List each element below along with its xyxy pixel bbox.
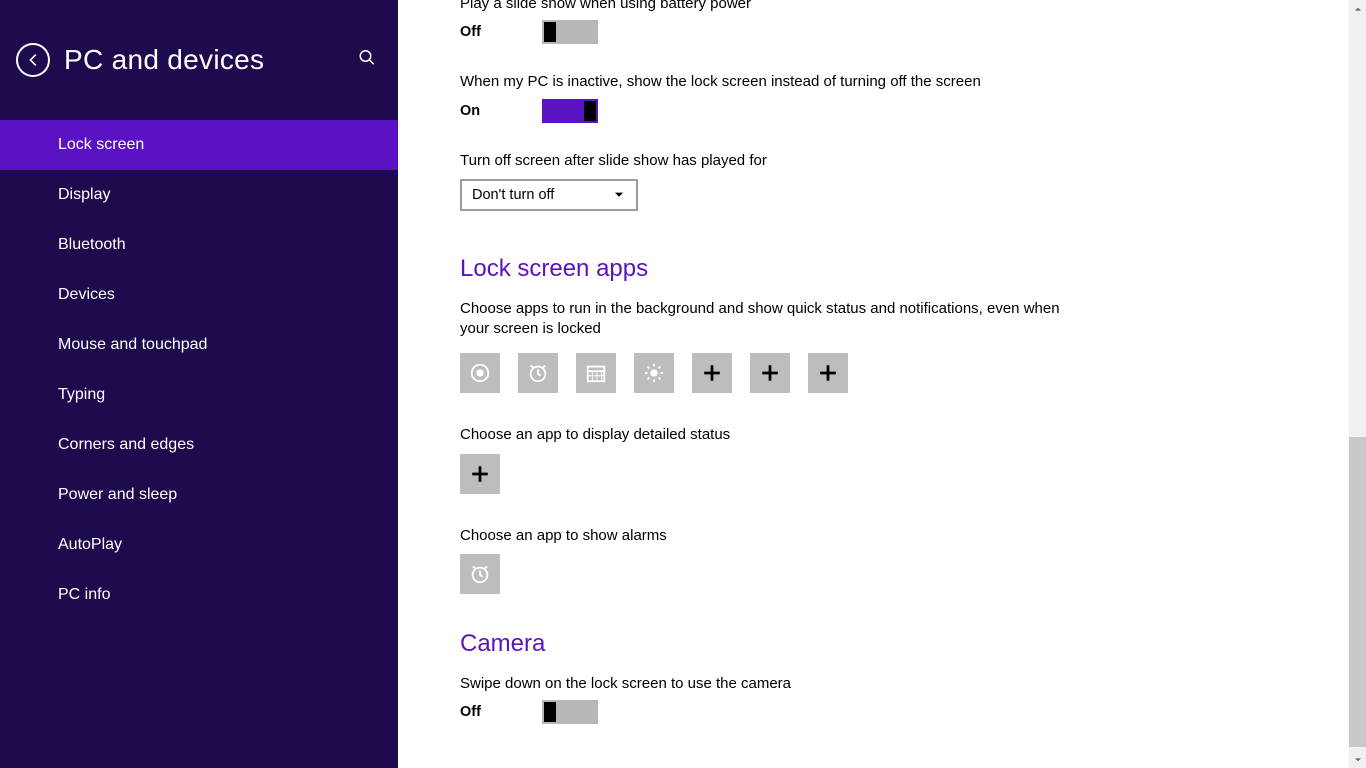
sidebar-item-bluetooth[interactable]: Bluetooth: [0, 220, 398, 270]
turnoff-after-select[interactable]: Don't turn off: [460, 179, 638, 211]
weather-icon: [643, 362, 665, 384]
search-button[interactable]: [358, 49, 376, 72]
quick-status-slot-1[interactable]: [460, 353, 500, 393]
quick-status-slot-4[interactable]: [634, 353, 674, 393]
setting-turnoff-after: Turn off screen after slide show has pla…: [460, 151, 1306, 211]
quick-status-slot-7-add[interactable]: [808, 353, 848, 393]
vertical-scrollbar[interactable]: [1349, 0, 1366, 768]
sidebar-item-mouse-touchpad[interactable]: Mouse and touchpad: [0, 320, 398, 370]
quick-status-slot-3[interactable]: [576, 353, 616, 393]
sidebar-item-devices[interactable]: Devices: [0, 270, 398, 320]
sidebar-item-label: PC info: [58, 586, 110, 604]
record-icon: [469, 362, 491, 384]
sidebar-item-autoplay[interactable]: AutoPlay: [0, 520, 398, 570]
sidebar-item-label: Typing: [58, 386, 105, 404]
toggle-state-text: Off: [460, 24, 542, 40]
setting-label: Swipe down on the lock screen to use the…: [460, 674, 1306, 694]
chevron-up-icon: [1353, 4, 1363, 14]
chevron-down-icon: [612, 188, 626, 202]
scroll-thumb[interactable]: [1349, 437, 1366, 747]
camera-swipe-toggle[interactable]: [542, 700, 598, 724]
main-content: Play a slide show when using battery pow…: [398, 0, 1366, 768]
scroll-down-button[interactable]: [1349, 751, 1366, 768]
back-button[interactable]: [16, 43, 50, 77]
lockscreen-apps-heading: Lock screen apps: [460, 255, 1306, 283]
sidebar-item-label: Display: [58, 186, 110, 204]
detailed-status-label: Choose an app to display detailed status: [460, 425, 1306, 445]
alarms-app-label: Choose an app to show alarms: [460, 526, 1306, 546]
search-icon: [358, 49, 376, 67]
sidebar-item-power-sleep[interactable]: Power and sleep: [0, 470, 398, 520]
quick-status-slot-2[interactable]: [518, 353, 558, 393]
sidebar-header: PC and devices: [0, 0, 398, 120]
select-value: Don't turn off: [472, 187, 554, 203]
sidebar-item-label: Devices: [58, 286, 115, 304]
inactive-lockscreen-toggle[interactable]: [542, 99, 598, 123]
plus-icon: [817, 362, 839, 384]
sidebar-item-display[interactable]: Display: [0, 170, 398, 220]
page-title: PC and devices: [64, 44, 264, 76]
quick-status-slots: [460, 353, 1306, 393]
setting-label: When my PC is inactive, show the lock sc…: [460, 72, 1306, 92]
sidebar-item-label: Bluetooth: [58, 236, 126, 254]
sidebar-item-corners-edges[interactable]: Corners and edges: [0, 420, 398, 470]
detailed-status-slot-add[interactable]: [460, 454, 500, 494]
sidebar-item-label: AutoPlay: [58, 536, 122, 554]
scroll-up-button[interactable]: [1349, 0, 1366, 17]
chevron-down-icon: [1353, 755, 1363, 765]
setting-label: Turn off screen after slide show has pla…: [460, 151, 1306, 171]
sidebar-item-label: Power and sleep: [58, 486, 177, 504]
quick-status-slot-5-add[interactable]: [692, 353, 732, 393]
sidebar-item-pc-info[interactable]: PC info: [0, 570, 398, 620]
back-arrow-icon: [24, 51, 42, 69]
toggle-state-text: Off: [460, 704, 542, 720]
setting-camera-swipe: Swipe down on the lock screen to use the…: [460, 674, 1306, 724]
toggle-state-text: On: [460, 103, 542, 119]
sidebar-item-lock-screen[interactable]: Lock screen: [0, 120, 398, 170]
sidebar-item-typing[interactable]: Typing: [0, 370, 398, 420]
calendar-icon: [585, 362, 607, 384]
battery-slideshow-toggle[interactable]: [542, 20, 598, 44]
plus-icon: [469, 463, 491, 485]
quick-status-description: Choose apps to run in the background and…: [460, 299, 1070, 340]
sidebar: PC and devices Lock screen Display Bluet…: [0, 0, 398, 768]
sidebar-item-label: Mouse and touchpad: [58, 336, 207, 354]
setting-label: Play a slide show when using battery pow…: [460, 0, 1306, 14]
alarm-icon: [527, 362, 549, 384]
plus-icon: [759, 362, 781, 384]
alarm-icon: [469, 563, 491, 585]
nav-list: Lock screen Display Bluetooth Devices Mo…: [0, 120, 398, 620]
setting-inactive-lockscreen: When my PC is inactive, show the lock sc…: [460, 72, 1306, 122]
scroll-track[interactable]: [1349, 17, 1366, 751]
quick-status-slot-6-add[interactable]: [750, 353, 790, 393]
setting-battery-slideshow: Play a slide show when using battery pow…: [460, 0, 1306, 44]
sidebar-item-label: Lock screen: [58, 136, 144, 154]
alarms-app-slot[interactable]: [460, 554, 500, 594]
plus-icon: [701, 362, 723, 384]
camera-heading: Camera: [460, 630, 1306, 658]
sidebar-item-label: Corners and edges: [58, 436, 194, 454]
